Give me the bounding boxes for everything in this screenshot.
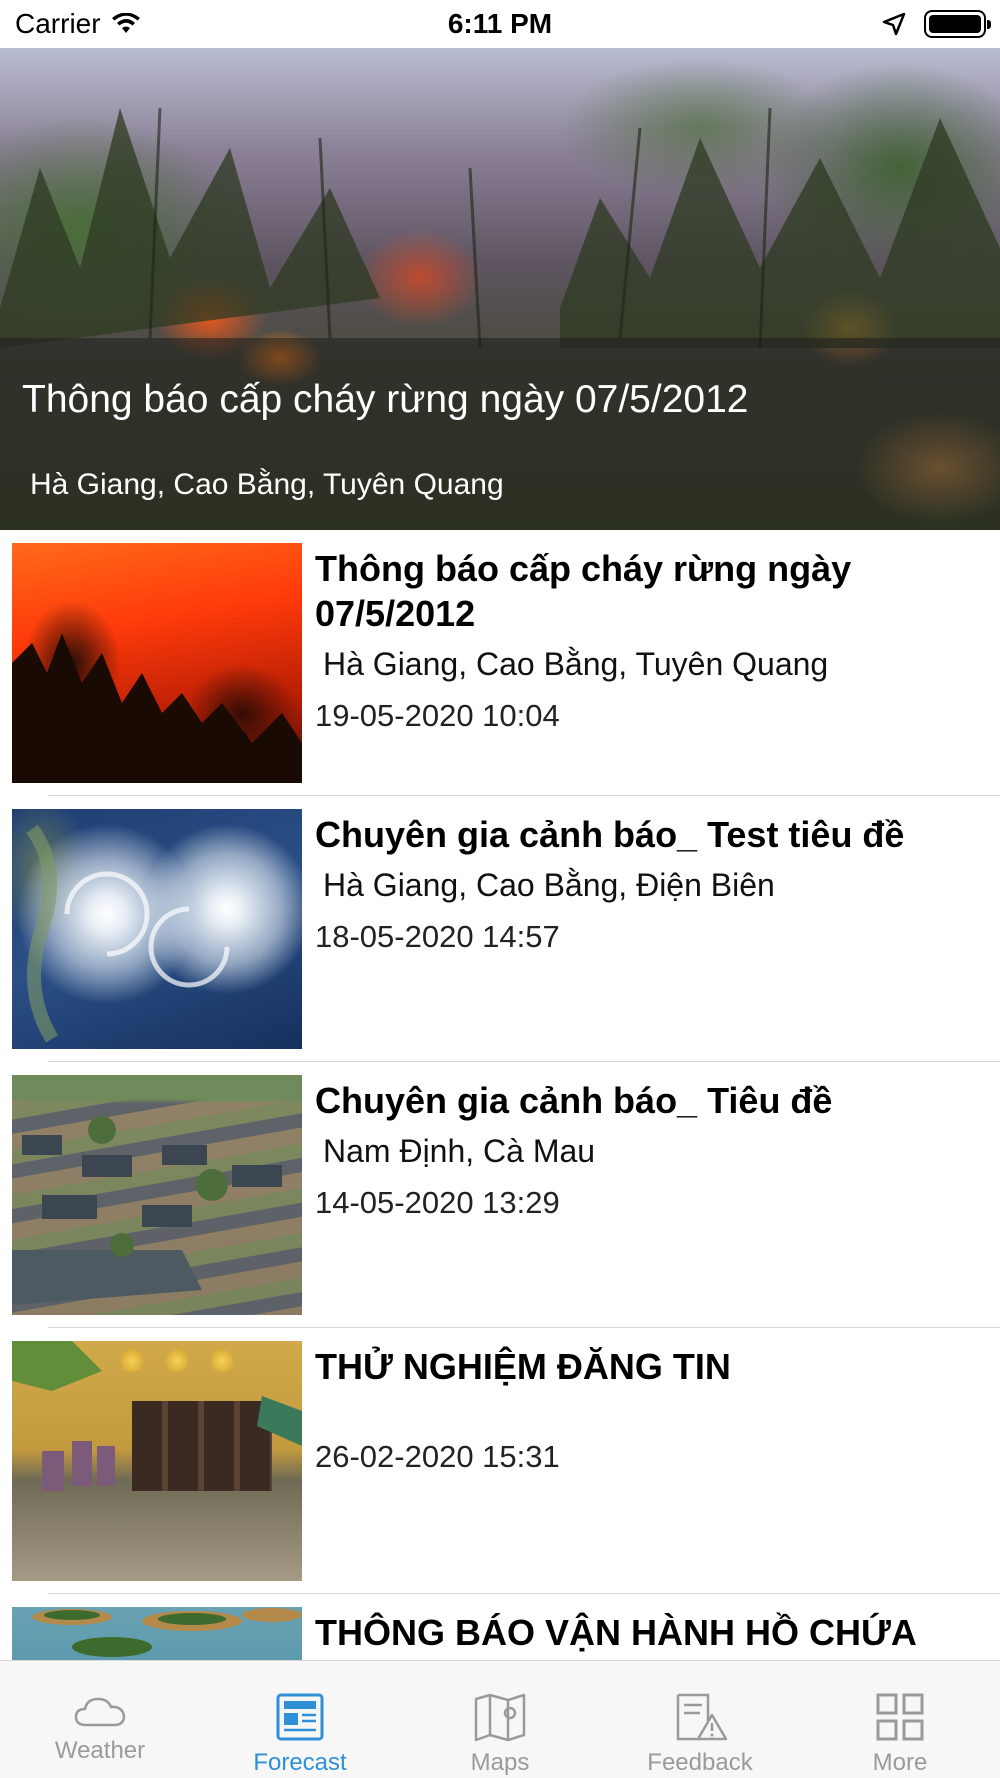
list-item[interactable]: Chuyên gia cảnh báo_ Test tiêu đề Hà Gia… <box>0 796 1000 1062</box>
location-arrow-icon <box>882 12 906 36</box>
status-bar: Carrier 6:11 PM <box>0 0 1000 48</box>
battery-icon <box>924 10 991 38</box>
list-item[interactable]: Thông báo cấp cháy rừng ngày 07/5/2012 H… <box>0 530 1000 796</box>
flooded-street-image <box>12 1341 302 1581</box>
news-date: 26-02-2020 15:31 <box>315 1439 560 1474</box>
tab-forecast[interactable]: Forecast <box>200 1661 400 1778</box>
news-title: Thông báo cấp cháy rừng ngày 07/5/2012 <box>315 548 852 634</box>
tab-label: Weather <box>54 1737 146 1764</box>
news-title: Chuyên gia cảnh báo_ Test tiêu đề <box>315 814 905 855</box>
hero-subtitle: Hà Giang, Cao Bằng, Tuyên Quang <box>30 468 504 501</box>
feedback-warning-icon <box>676 1693 728 1741</box>
tab-maps[interactable]: Maps <box>400 1661 600 1778</box>
hero-title: Thông báo cấp cháy rừng ngày 07/5/2012 <box>22 378 749 421</box>
flooded-village-image <box>12 1075 302 1315</box>
tab-label: Feedback <box>647 1749 753 1776</box>
tab-label: Maps <box>470 1749 530 1776</box>
typhoon-satellite-image <box>12 809 302 1049</box>
hero-banner[interactable]: Thông báo cấp cháy rừng ngày 07/5/2012 H… <box>0 48 1000 530</box>
news-title: Chuyên gia cảnh báo_ Tiêu đề <box>315 1080 833 1121</box>
newspaper-icon <box>276 1693 324 1741</box>
cloud-icon <box>74 1697 126 1727</box>
list-item[interactable]: THÔNG BÁO VẬN HÀNH HỒ CHỨA <box>0 1594 1000 1660</box>
news-region: Hà Giang, Cao Bằng, Điện Biên <box>323 867 775 903</box>
forest-fire-image <box>12 543 302 783</box>
news-region: Nam Định, Cà Mau <box>323 1133 596 1169</box>
news-date: 14-05-2020 13:29 <box>315 1185 560 1220</box>
list-item[interactable]: Chuyên gia cảnh báo_ Tiêu đề Nam Định, C… <box>0 1062 1000 1328</box>
tab-feedback[interactable]: Feedback <box>600 1661 800 1778</box>
grid-icon <box>876 1693 924 1741</box>
status-right <box>882 10 991 38</box>
news-date: 18-05-2020 14:57 <box>315 919 560 954</box>
news-title: THÔNG BÁO VẬN HÀNH HỒ CHỨA <box>315 1612 917 1653</box>
tab-bar: Weather Forecast Maps Feedback More <box>0 1660 1000 1778</box>
map-icon <box>474 1693 526 1742</box>
news-title: THỬ NGHIỆM ĐĂNG TIN <box>315 1346 731 1387</box>
news-list[interactable]: Thông báo cấp cháy rừng ngày 07/5/2012 H… <box>0 530 1000 1660</box>
status-time: 6:11 PM <box>447 8 553 39</box>
list-item[interactable]: THỬ NGHIỆM ĐĂNG TIN 26-02-2020 15:31 <box>0 1328 1000 1594</box>
news-region: Hà Giang, Cao Bằng, Tuyên Quang <box>323 646 829 682</box>
news-date: 19-05-2020 10:04 <box>315 698 560 733</box>
tab-weather[interactable]: Weather <box>0 1661 200 1778</box>
tab-more[interactable]: More <box>800 1661 1000 1778</box>
reservoir-image <box>12 1607 302 1660</box>
tab-label: Forecast <box>253 1749 347 1776</box>
news-region <box>315 1397 980 1437</box>
tab-label: More <box>872 1749 928 1776</box>
